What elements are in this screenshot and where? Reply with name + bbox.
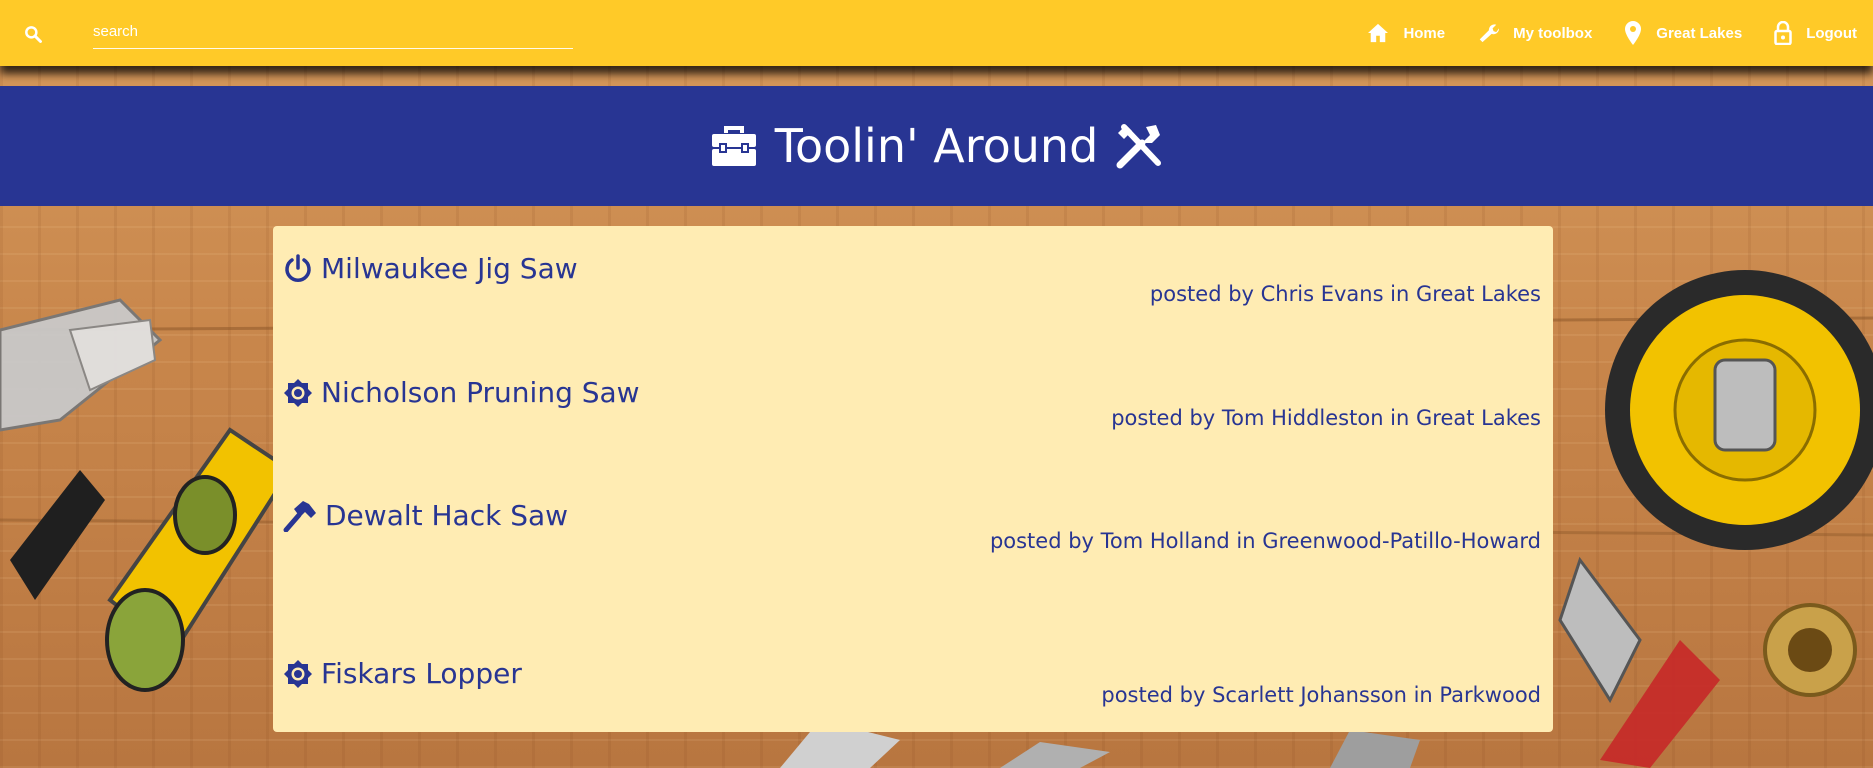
- tool-list-item: Milwaukee Jig Saw posted by Chris Evans …: [283, 252, 1541, 306]
- search-button[interactable]: [14, 16, 52, 52]
- nav-my-toolbox-label: My toolbox: [1513, 24, 1593, 42]
- top-nav: Home My toolbox Great Lakes Logout: [1351, 0, 1873, 66]
- nav-my-toolbox[interactable]: My toolbox: [1461, 0, 1608, 66]
- tool-posted-by: posted by Tom Hiddleston in Great Lakes: [1111, 406, 1541, 430]
- tool-posted-by: posted by Scarlett Johansson in Parkwood: [1101, 683, 1541, 707]
- tool-name: Nicholson Pruning Saw: [321, 376, 640, 409]
- title-banner: Toolin' Around: [0, 86, 1873, 206]
- nav-logout-label: Logout: [1806, 24, 1857, 42]
- page-title: Toolin' Around: [774, 119, 1099, 173]
- tool-posted-by: posted by Tom Holland in Greenwood-Patil…: [989, 529, 1541, 553]
- power-icon: [285, 253, 311, 282]
- nav-location-label: Great Lakes: [1656, 24, 1743, 42]
- tool-posted-by: posted by Chris Evans in Great Lakes: [1149, 282, 1541, 306]
- tool-list-card: Milwaukee Jig Saw posted by Chris Evans …: [273, 226, 1553, 732]
- search-input[interactable]: [93, 14, 573, 49]
- toolbox-icon: [711, 126, 756, 166]
- top-app-bar: Home My toolbox Great Lakes Logout: [0, 0, 1873, 66]
- lock-icon: [1774, 21, 1792, 45]
- tool-name: Dewalt Hack Saw: [325, 499, 569, 532]
- location-pin-icon: [1625, 21, 1642, 45]
- nav-home-label: Home: [1403, 24, 1446, 42]
- tool-list-item: Dewalt Hack Saw posted by Tom Holland in…: [283, 499, 1541, 553]
- hammer-icon: [283, 500, 316, 532]
- tools-icon: [1116, 124, 1162, 169]
- brightness-icon: [284, 659, 312, 688]
- nav-logout[interactable]: Logout: [1758, 0, 1873, 66]
- nav-location[interactable]: Great Lakes: [1608, 0, 1758, 66]
- home-icon: [1368, 23, 1389, 43]
- search-icon: [25, 26, 42, 43]
- nav-home[interactable]: Home: [1351, 0, 1461, 66]
- tool-name: Fiskars Lopper: [321, 657, 522, 690]
- tool-list-item: Nicholson Pruning Saw posted by Tom Hidd…: [283, 376, 1541, 430]
- wrench-icon: [1479, 24, 1500, 43]
- brightness-icon: [284, 378, 312, 407]
- tool-list-item: Fiskars Lopper posted by Scarlett Johans…: [283, 657, 1541, 707]
- tool-name: Milwaukee Jig Saw: [321, 252, 578, 285]
